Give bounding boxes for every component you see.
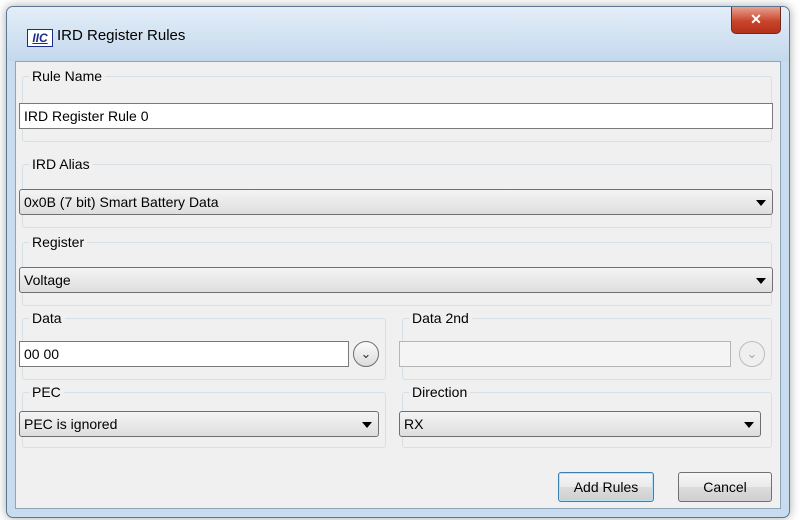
chevron-down-icon bbox=[744, 422, 754, 428]
data-expand-button[interactable]: ⌄ bbox=[353, 341, 379, 367]
pec-value: PEC is ignored bbox=[24, 416, 118, 432]
expand-circle-icon: ⌄ bbox=[746, 346, 758, 361]
ird-alias-select[interactable]: 0x0B (7 bit) Smart Battery Data bbox=[19, 189, 773, 215]
ird-alias-label: IRD Alias bbox=[29, 155, 93, 173]
expand-circle-icon: ⌄ bbox=[360, 346, 372, 361]
pec-group: PEC PEC is ignored bbox=[19, 383, 386, 448]
dialog-client-area: Rule Name IRD Register Rule 0 IRD Alias … bbox=[15, 61, 781, 509]
ird-alias-value: 0x0B (7 bit) Smart Battery Data bbox=[24, 194, 219, 210]
pec-label: PEC bbox=[29, 383, 64, 401]
ird-alias-group: IRD Alias 0x0B (7 bit) Smart Battery Dat… bbox=[19, 155, 773, 228]
iic-app-icon: IIC bbox=[27, 29, 53, 47]
direction-select[interactable]: RX bbox=[399, 411, 761, 437]
dialog-window: IIC IRD Register Rules ✕ Rule Name IRD R… bbox=[6, 6, 790, 518]
register-group: Register Voltage bbox=[19, 233, 773, 306]
rule-name-label: Rule Name bbox=[29, 67, 106, 85]
register-label: Register bbox=[29, 233, 88, 251]
direction-value: RX bbox=[404, 416, 424, 432]
chevron-down-icon bbox=[756, 278, 766, 284]
window-title: IRD Register Rules bbox=[57, 27, 186, 44]
register-value: Voltage bbox=[24, 272, 71, 288]
direction-group: Direction RX bbox=[399, 383, 772, 448]
add-rules-button[interactable]: Add Rules bbox=[558, 472, 654, 502]
data-input[interactable]: 00 00 bbox=[19, 341, 349, 367]
data-2nd-expand-button[interactable]: ⌄ bbox=[739, 341, 765, 367]
data-group: Data 00 00 ⌄ bbox=[19, 309, 386, 380]
chevron-down-icon bbox=[362, 422, 372, 428]
rule-name-input[interactable]: IRD Register Rule 0 bbox=[19, 103, 773, 129]
close-button[interactable]: ✕ bbox=[731, 7, 781, 34]
cancel-button[interactable]: Cancel bbox=[678, 472, 772, 502]
close-icon: ✕ bbox=[750, 11, 762, 27]
rule-name-group: Rule Name IRD Register Rule 0 bbox=[19, 67, 773, 142]
pec-select[interactable]: PEC is ignored bbox=[19, 411, 379, 437]
data-label: Data bbox=[29, 309, 65, 327]
data-2nd-group: Data 2nd ⌄ bbox=[399, 309, 772, 380]
direction-label: Direction bbox=[409, 383, 471, 401]
register-select[interactable]: Voltage bbox=[19, 267, 773, 293]
title-bar: IIC IRD Register Rules ✕ bbox=[7, 7, 789, 61]
chevron-down-icon bbox=[756, 200, 766, 206]
data-2nd-input[interactable] bbox=[399, 341, 731, 367]
data-2nd-label: Data 2nd bbox=[409, 309, 472, 327]
